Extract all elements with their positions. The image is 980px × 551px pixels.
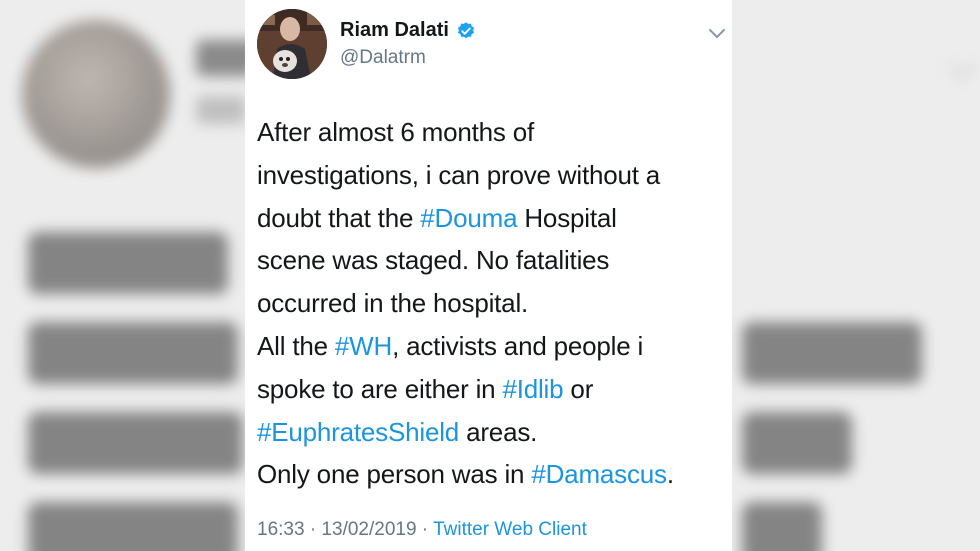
blurred-text-line [28,232,228,294]
tweet-text-segment: occurred in the hospital. [257,288,529,319]
hashtag-link[interactable]: #Douma [420,203,517,233]
tweet-text-line: After almost 6 months of [257,111,717,154]
tweet-text-segment: scene was staged. No fatalities [257,245,610,276]
tweet-text-line: spoke to are either in #Idlib or [257,368,717,411]
tweet-text-segment: Hospital [517,202,617,233]
hashtag-link[interactable]: #Idlib [502,374,563,404]
tweet-text-segment: spoke to are either in [257,373,503,404]
tweet-text: After almost 6 months of investigations, … [257,111,717,496]
blurred-text-line [28,502,238,551]
author-name[interactable]: Riam Dalati [340,19,449,42]
tweet-text-segment: All the [257,330,335,361]
blurred-handle [196,96,246,124]
blurred-text-line [742,322,922,384]
blurred-text-line [28,322,238,384]
hashtag-link[interactable]: #EuphratesShield [257,417,459,447]
avatar[interactable] [257,9,327,79]
tweet-text-line: doubt that the #Douma Hospital [257,197,717,240]
tweet-text-line: investigations, i can prove without a [257,154,717,197]
blurred-background-left [0,0,256,551]
tweet-text-segment: , activists and people i [392,330,644,361]
tweet-text-line: #EuphratesShield areas. [257,411,717,454]
blurred-text-line [28,412,243,474]
hashtag-link[interactable]: #Damascus [531,459,667,489]
tweet-text-segment: or [563,373,594,404]
blurred-text-line [742,502,822,551]
tweet-text-segment: investigations, i can prove without a [257,159,661,190]
blurred-background-right [732,0,980,551]
verified-badge-icon [457,22,475,39]
tweet-text-segment: Only one person was in [257,459,532,490]
tweet-card: Riam Dalati @Dalatrm After almost 6 mont… [245,0,732,551]
blurred-chevron-icon [947,51,977,81]
tweet-client-link[interactable]: Twitter Web Client [433,519,587,540]
tweet-text-segment: After almost 6 months of [257,117,534,147]
author-handle[interactable]: @Dalatrm [340,47,426,69]
chevron-down-icon[interactable] [708,27,726,41]
tweet-text-segment: . [666,459,674,490]
tweet-timestamp[interactable]: 16:33 · 13/02/2019 · [257,519,433,540]
tweet-text-line: Only one person was in #Damascus. [257,453,717,496]
blurred-text-line [742,412,852,474]
tweet-text-line: scene was staged. No fatalities [257,239,717,282]
hashtag-link[interactable]: #WH [335,331,392,361]
tweet-text-segment: doubt that the [257,202,421,233]
tweet-meta: 16:33 · 13/02/2019 · Twitter Web Client [257,519,587,541]
avatar-photo [257,9,327,79]
tweet-text-segment: areas. [459,416,538,447]
tweet-text-line: occurred in the hospital. [257,282,717,325]
blurred-avatar [22,20,170,168]
tweet-text-line: All the #WH, activists and people i [257,325,717,368]
